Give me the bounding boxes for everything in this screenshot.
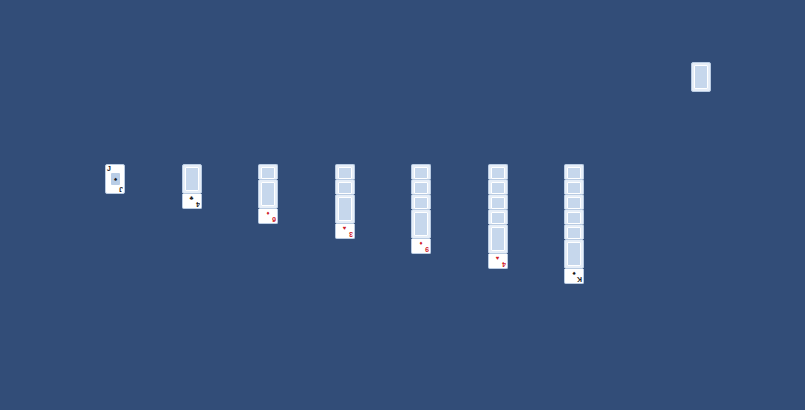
face-down-card[interactable] bbox=[564, 239, 584, 269]
tableau: J♠J♣4♦6♥3♦9♥4♠K bbox=[0, 92, 805, 284]
tableau-column: ♥4 bbox=[488, 164, 508, 269]
face-down-card[interactable] bbox=[411, 209, 431, 239]
suit-pip: ♣ bbox=[190, 195, 194, 201]
face-down-card[interactable] bbox=[411, 179, 431, 194]
face-down-card[interactable] bbox=[564, 164, 584, 179]
tableau-column: ♦9 bbox=[411, 164, 431, 254]
card-rank: 4 bbox=[502, 261, 506, 268]
face-down-card[interactable] bbox=[411, 164, 431, 179]
tableau-column: ♣4 bbox=[182, 164, 202, 209]
card-rank: J bbox=[119, 186, 123, 193]
suit-pip: ♦ bbox=[419, 240, 422, 246]
suit-pip: ♦ bbox=[266, 210, 269, 216]
suit-pip: ♥ bbox=[343, 225, 347, 231]
game-table: J♠J♣4♦6♥3♦9♥4♠K bbox=[0, 0, 805, 410]
face-up-card[interactable]: ♦6 bbox=[258, 209, 278, 224]
face-down-card[interactable] bbox=[335, 179, 355, 194]
card-rank: 9 bbox=[425, 246, 429, 253]
suit-pip: ♠ bbox=[114, 176, 117, 182]
face-down-card[interactable] bbox=[691, 62, 711, 92]
face-down-card[interactable] bbox=[488, 179, 508, 194]
tableau-column: J♠J bbox=[105, 164, 125, 194]
face-up-card[interactable]: ♣4 bbox=[182, 194, 202, 209]
face-down-card[interactable] bbox=[564, 179, 584, 194]
face-down-card[interactable] bbox=[488, 224, 508, 254]
suit-pip: ♥ bbox=[496, 255, 500, 261]
face-down-card[interactable] bbox=[488, 164, 508, 179]
stock-pile[interactable] bbox=[691, 62, 805, 92]
card-rank: K bbox=[577, 276, 582, 283]
face-down-card[interactable] bbox=[411, 194, 431, 209]
face-down-card[interactable] bbox=[258, 164, 278, 179]
face-down-card[interactable] bbox=[488, 194, 508, 209]
card-rank: 6 bbox=[272, 216, 276, 223]
face-down-card[interactable] bbox=[258, 179, 278, 209]
face-down-card[interactable] bbox=[564, 209, 584, 224]
face-up-card[interactable]: ♥4 bbox=[488, 254, 508, 269]
tableau-column: ♠K bbox=[564, 164, 584, 284]
face-up-card[interactable]: ♠K bbox=[564, 269, 584, 284]
face-up-card[interactable]: J♠J bbox=[105, 164, 125, 194]
tableau-column: ♥3 bbox=[335, 164, 355, 239]
face-up-card[interactable]: ♦9 bbox=[411, 239, 431, 254]
card-rank: 3 bbox=[349, 231, 353, 238]
face-down-card[interactable] bbox=[488, 209, 508, 224]
face-down-card[interactable] bbox=[564, 194, 584, 209]
face-down-card[interactable] bbox=[182, 164, 202, 194]
face-down-card[interactable] bbox=[564, 224, 584, 239]
face-up-card[interactable]: ♥3 bbox=[335, 224, 355, 239]
tableau-column: ♦6 bbox=[258, 164, 278, 224]
card-rank: 4 bbox=[196, 201, 200, 208]
face-down-card[interactable] bbox=[335, 164, 355, 179]
suit-pip: ♠ bbox=[572, 270, 575, 276]
face-down-card[interactable] bbox=[335, 194, 355, 224]
card-rank: J bbox=[107, 165, 111, 172]
